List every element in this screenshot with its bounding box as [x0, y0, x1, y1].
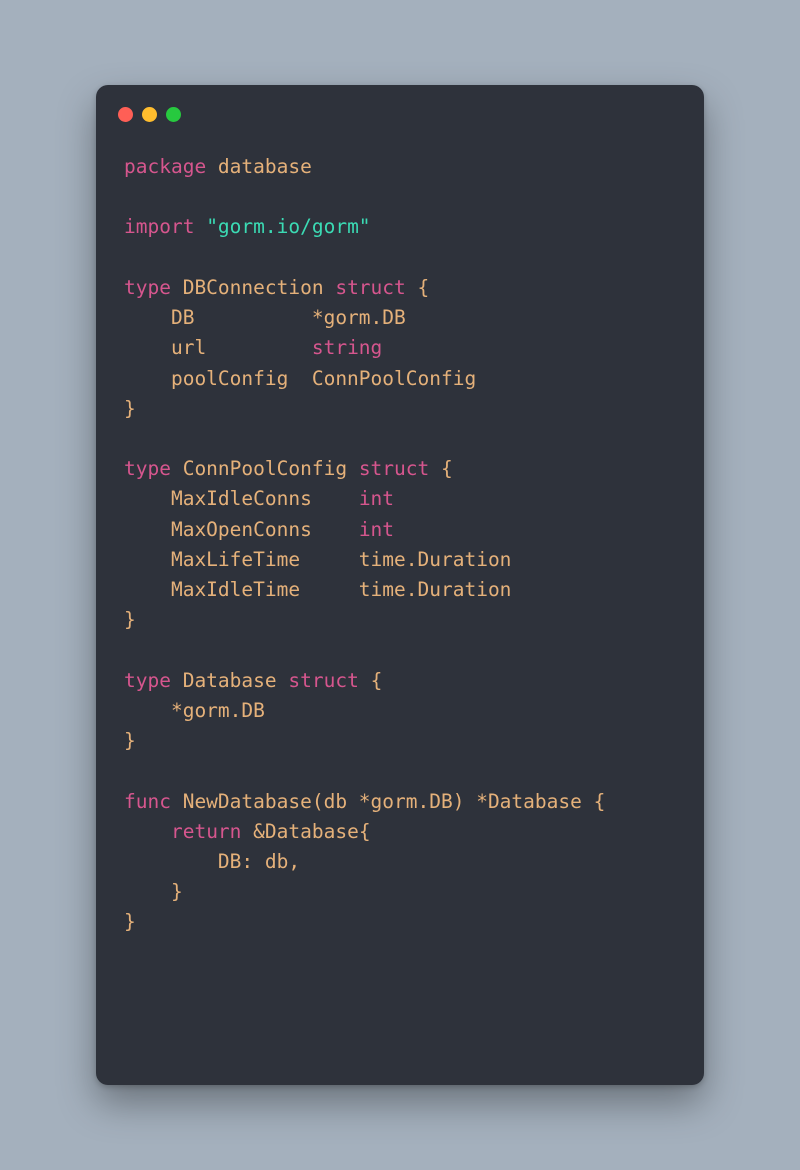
code-token: {: [418, 276, 430, 299]
code-token: ConnPoolConfig: [183, 457, 359, 480]
code-token: int: [359, 487, 394, 510]
code-token: }: [124, 397, 136, 420]
code-token: poolConfig ConnPoolConfig: [124, 367, 476, 390]
code-token: string: [312, 336, 382, 359]
code-token: }: [124, 608, 136, 631]
code-token: package: [124, 155, 218, 178]
code-token: }: [124, 910, 136, 933]
code-token: return: [171, 820, 253, 843]
code-token: MaxIdleTime time.Duration: [124, 578, 511, 601]
code-token: [124, 820, 171, 843]
code-block: package database import "gorm.io/gorm" t…: [96, 132, 704, 966]
code-token: url: [124, 336, 312, 359]
code-token: }: [124, 880, 183, 903]
code-token: {: [441, 457, 453, 480]
code-token: struct: [335, 276, 417, 299]
code-token: "gorm.io/gorm": [206, 215, 370, 238]
code-token: DBConnection: [183, 276, 336, 299]
traffic-light-minimize-icon[interactable]: [142, 107, 157, 122]
code-token: import: [124, 215, 206, 238]
code-token: struct: [359, 457, 441, 480]
code-token: DB *gorm.DB: [124, 306, 406, 329]
code-window: package database import "gorm.io/gorm" t…: [96, 85, 704, 1085]
window-titlebar: [96, 85, 704, 132]
code-token: type: [124, 276, 183, 299]
code-token: Database: [183, 669, 289, 692]
traffic-light-close-icon[interactable]: [118, 107, 133, 122]
traffic-light-zoom-icon[interactable]: [166, 107, 181, 122]
code-token: MaxOpenConns: [124, 518, 359, 541]
code-token: NewDatabase(db *gorm.DB) *Database {: [183, 790, 606, 813]
code-token: type: [124, 669, 183, 692]
code-token: MaxLifeTime time.Duration: [124, 548, 511, 571]
code-token: func: [124, 790, 183, 813]
code-token: {: [371, 669, 383, 692]
code-token: int: [359, 518, 394, 541]
code-token: type: [124, 457, 183, 480]
code-token: DB: db,: [124, 850, 300, 873]
code-token: database: [218, 155, 312, 178]
code-token: MaxIdleConns: [124, 487, 359, 510]
code-token: &Database{: [253, 820, 370, 843]
stage: package database import "gorm.io/gorm" t…: [0, 0, 800, 1170]
code-token: struct: [288, 669, 370, 692]
code-token: }: [124, 729, 136, 752]
code-token: *gorm.DB: [124, 699, 265, 722]
